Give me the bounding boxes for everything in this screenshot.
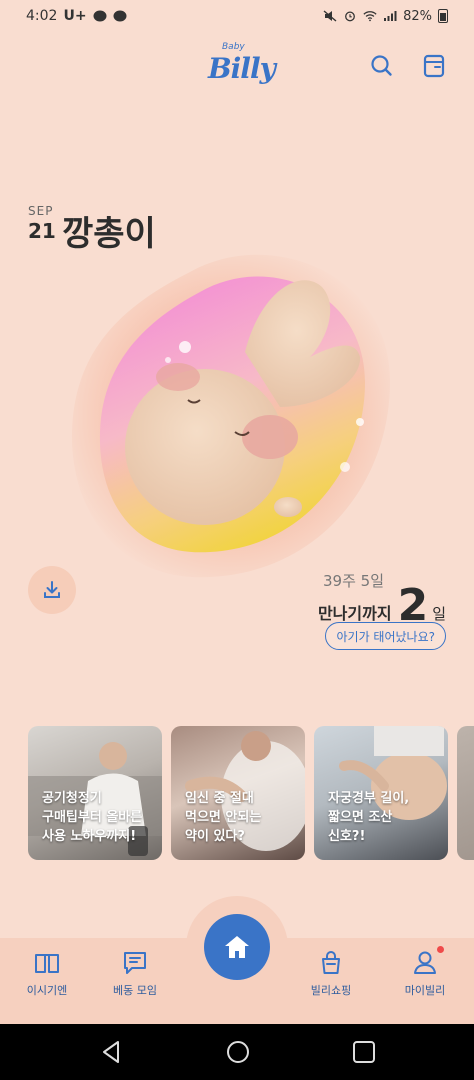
app-header: Baby Billy <box>0 36 474 96</box>
due-month: SEP <box>28 204 54 218</box>
battery-percent: 82% <box>403 8 432 24</box>
recents-icon[interactable] <box>350 1038 378 1066</box>
signal-icon <box>384 11 397 21</box>
search-icon[interactable] <box>368 52 396 80</box>
card-title: 임신 중 절대 먹으면 안되는 약이 있다? <box>185 791 262 844</box>
nav-item-my-billy[interactable]: 마이빌리 <box>390 950 460 998</box>
dday-unit: 일 <box>432 605 446 623</box>
status-time: 4:02 <box>26 8 58 24</box>
battery-icon <box>438 9 448 23</box>
content-card[interactable] <box>457 726 474 860</box>
home-button[interactable] <box>204 914 270 980</box>
nav-item-this-period[interactable]: 이시기엔 <box>12 950 82 998</box>
chat-bubble-icon <box>124 952 146 974</box>
back-icon[interactable] <box>98 1038 126 1066</box>
home-icon <box>225 936 249 958</box>
card-title: 자궁경부 길이, 짧으면 조산 신호?! <box>328 791 410 844</box>
content-card[interactable]: 임신 중 절대 먹으면 안되는 약이 있다? <box>171 726 305 860</box>
nav-label: 빌리쇼핑 <box>310 984 352 997</box>
nav-item-shopping[interactable]: 빌리쇼핑 <box>296 950 366 998</box>
nav-item-community[interactable]: 베동 모임 <box>100 950 170 998</box>
home-circle-icon[interactable] <box>224 1038 252 1066</box>
nav-label: 이시기엔 <box>26 984 68 997</box>
content-cards: 공기청정기 구매팁부터 올바른 사용 노하우까지! 임신 중 절대 먹으면 안되… <box>28 726 474 862</box>
dday-label: 만나기까지 <box>317 604 392 623</box>
book-open-icon <box>35 954 59 973</box>
carrier-label: U+ <box>63 8 87 24</box>
nav-label: 베동 모임 <box>113 984 157 997</box>
baby-born-button[interactable]: 아기가 태어났나요? <box>325 622 446 650</box>
status-bar: 4:02 U+ 82% <box>0 0 474 32</box>
logo-big-text: Billy <box>208 52 276 85</box>
diary-icon[interactable] <box>420 52 448 80</box>
content-card[interactable]: 공기청정기 구매팁부터 올바른 사용 노하우까지! <box>28 726 162 860</box>
download-icon <box>44 581 60 598</box>
due-day: 21 <box>28 219 56 243</box>
mute-icon <box>323 10 337 22</box>
card-title: 공기청정기 구매팁부터 올바른 사용 노하우까지! <box>42 791 143 844</box>
download-button[interactable] <box>28 566 76 614</box>
chat-icon <box>113 10 127 22</box>
wifi-icon <box>363 11 377 22</box>
notification-dot <box>437 946 444 953</box>
system-nav-bar <box>0 1024 474 1080</box>
logo-small-text: Baby <box>222 42 245 52</box>
nav-label: 마이빌리 <box>404 984 446 997</box>
alarm-icon <box>345 11 356 22</box>
shopping-bag-icon <box>322 951 340 974</box>
talk-icon <box>93 10 107 22</box>
fetus-illustration <box>71 254 390 578</box>
billy-logo[interactable]: Baby Billy <box>208 42 276 94</box>
content-card[interactable]: 자궁경부 길이, 짧으면 조산 신호?! <box>314 726 448 860</box>
user-icon <box>414 951 436 974</box>
due-date: SEP 21 <box>28 204 56 243</box>
